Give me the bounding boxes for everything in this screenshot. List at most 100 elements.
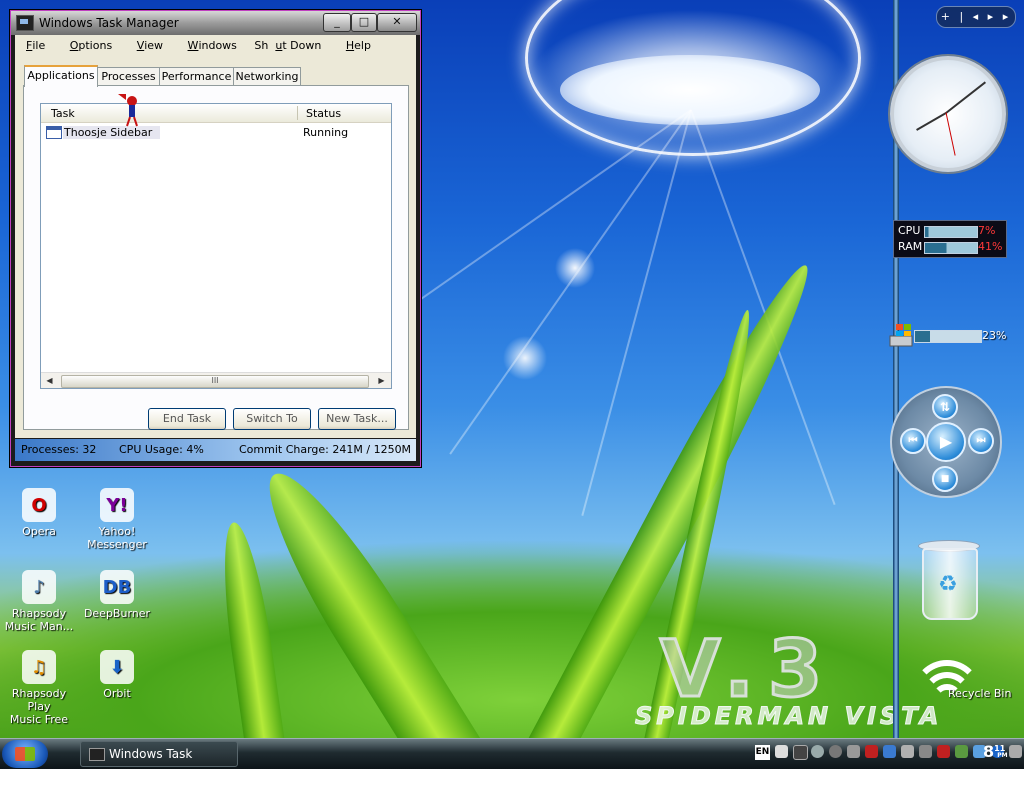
- wallpaper-grass: [214, 519, 290, 738]
- maximize-button[interactable]: □: [351, 13, 377, 32]
- tab-processes[interactable]: Processes: [97, 67, 160, 85]
- spiderman-cursor-icon: [118, 94, 138, 127]
- start-button[interactable]: [2, 740, 48, 768]
- sidebar-controls[interactable]: + | ◂ ▸ ▸: [936, 6, 1016, 28]
- menu-help[interactable]: Help: [339, 39, 378, 52]
- desktop-icon[interactable]: Y! Yahoo! Messenger: [78, 488, 156, 551]
- menu-windows[interactable]: Windows: [181, 39, 244, 52]
- window-icon: [46, 126, 62, 139]
- tray-icon[interactable]: [901, 745, 914, 758]
- clock-hour-hand: [916, 112, 947, 131]
- ram-label: RAM: [898, 240, 923, 253]
- menu-file[interactable]: File: [19, 39, 52, 52]
- tray-icon[interactable]: [919, 745, 932, 758]
- task-manager-icon: [16, 15, 34, 31]
- applications-panel: Task Status Thoosje Sidebar Running ◀ II…: [23, 85, 409, 430]
- yahoo-messenger-icon: Y!: [100, 488, 134, 522]
- stop-icon[interactable]: ■: [932, 466, 958, 492]
- antivirus-icon[interactable]: [865, 745, 878, 758]
- close-button[interactable]: ✕: [377, 13, 417, 32]
- desktop-icon-label: Yahoo!: [98, 525, 136, 538]
- end-task-button[interactable]: End Task: [148, 408, 226, 430]
- drive-usage-value: 23%: [982, 329, 1007, 342]
- ram-bar: [924, 242, 978, 254]
- tray-icon[interactable]: [775, 745, 788, 758]
- desktop-icon-label: Music Free: [9, 713, 69, 726]
- desktop-icon[interactable]: O Opera: [0, 488, 78, 538]
- tab-networking[interactable]: Networking: [233, 67, 301, 85]
- desktop-icon-label: Messenger: [87, 538, 147, 551]
- tab-applications[interactable]: Applications: [24, 65, 98, 87]
- minimize-button[interactable]: _: [323, 13, 351, 32]
- title-bar[interactable]: Windows Task Manager _ □ ✕: [11, 11, 420, 35]
- desktop-icon[interactable]: DB DeepBurner: [78, 570, 156, 620]
- tab-performance[interactable]: Performance: [159, 67, 234, 85]
- cpu-value: 7%: [978, 224, 996, 237]
- tray-icon[interactable]: [811, 745, 824, 758]
- desktop-icon[interactable]: ♫ Rhapsody Play Music Free: [0, 650, 78, 726]
- wallpaper-ray: [395, 109, 692, 318]
- scroll-left-arrow-icon[interactable]: ◀: [44, 375, 55, 386]
- language-indicator[interactable]: EN: [755, 745, 770, 760]
- desktop-icon-label: Orbit: [103, 687, 131, 700]
- drive-usage-bar: [914, 330, 982, 343]
- menu-view[interactable]: View: [130, 39, 170, 52]
- column-divider[interactable]: [297, 106, 298, 120]
- cpu-ram-meter-gadget: CPU 7% RAM 41%: [893, 220, 1007, 258]
- cpu-usage: CPU Usage: 4%: [119, 443, 204, 456]
- taskbar: Windows Task Manager EN: [0, 738, 1024, 785]
- previous-icon[interactable]: ⏮: [900, 428, 926, 454]
- tray-icon[interactable]: [847, 745, 860, 758]
- menu-shut-down[interactable]: Sh ut Down: [254, 39, 328, 52]
- tray-icon[interactable]: [955, 745, 968, 758]
- next-icon[interactable]: ⏭: [968, 428, 994, 454]
- process-count: Processes: 32: [21, 443, 97, 456]
- orbit-icon: ⬇: [100, 650, 134, 684]
- taskbar-clock[interactable]: 811PM: [983, 742, 1016, 761]
- desktop-icon[interactable]: ⬇ Orbit: [78, 650, 156, 700]
- settings-icon[interactable]: [829, 745, 842, 758]
- taskbar-item-task-manager[interactable]: Windows Task Manager: [80, 741, 238, 785]
- commit-charge: Commit Charge: 241M / 1250M: [239, 443, 412, 456]
- task-status: Running: [303, 126, 349, 139]
- repeat-icon[interactable]: ⇅: [932, 394, 958, 420]
- clock-minute-hand: [945, 81, 987, 114]
- cpu-label: CPU: [898, 224, 921, 237]
- tray-icon[interactable]: [937, 745, 950, 758]
- status-bar: Processes: 32 CPU Usage: 4% Commit Charg…: [15, 439, 416, 461]
- desktop-icon-label: Rhapsody Play: [11, 687, 67, 713]
- menu-bar: File Options View Windows Sh ut Down Help: [19, 39, 385, 57]
- new-task-button[interactable]: New Task...: [318, 408, 396, 430]
- scroll-thumb[interactable]: III: [61, 375, 369, 388]
- clock-second-hand: [945, 112, 956, 156]
- recycle-bin-label[interactable]: Recycle Bin: [948, 687, 1011, 700]
- task-list[interactable]: Task Status Thoosje Sidebar Running ◀ II…: [40, 103, 392, 389]
- desktop-icon[interactable]: ♪ Rhapsody Music Man...: [0, 570, 78, 633]
- desktop-icon-label: Music Man...: [4, 620, 74, 633]
- task-manager-icon: [89, 748, 105, 761]
- tray-icon[interactable]: [883, 745, 896, 758]
- desktop-icon-label: DeepBurner: [83, 607, 151, 620]
- wallpaper-grass: [244, 456, 495, 738]
- recycle-symbol-icon: ♻: [938, 572, 958, 597]
- recycle-bin-gadget[interactable]: ♻: [918, 540, 980, 620]
- horizontal-scrollbar[interactable]: ◀ III ▶: [41, 372, 391, 388]
- clock-gadget: [890, 56, 1006, 172]
- scroll-right-arrow-icon[interactable]: ▶: [376, 375, 387, 386]
- switch-to-button[interactable]: Switch To: [233, 408, 311, 430]
- list-header: Task Status: [41, 104, 391, 123]
- wallpaper-ray: [449, 109, 692, 455]
- menu-options[interactable]: Options: [63, 39, 119, 52]
- recycle-bin-icon: ♻: [922, 548, 978, 620]
- column-header-status[interactable]: Status: [306, 107, 341, 120]
- table-row[interactable]: Thoosje Sidebar Running: [46, 125, 386, 141]
- window-title: Windows Task Manager: [39, 16, 179, 30]
- play-icon[interactable]: ▶: [926, 422, 966, 462]
- column-header-task[interactable]: Task: [51, 107, 75, 120]
- media-player-gadget: ⇅ ⏮ ▶ ⏭ ■: [890, 386, 1002, 498]
- tray-icon[interactable]: [793, 745, 808, 760]
- rhapsody-play-icon: ♫: [22, 650, 56, 684]
- wireless-signal-icon: [912, 656, 982, 716]
- task-manager-window[interactable]: Windows Task Manager _ □ ✕ File Options …: [10, 10, 421, 467]
- deepburner-icon: DB: [100, 570, 134, 604]
